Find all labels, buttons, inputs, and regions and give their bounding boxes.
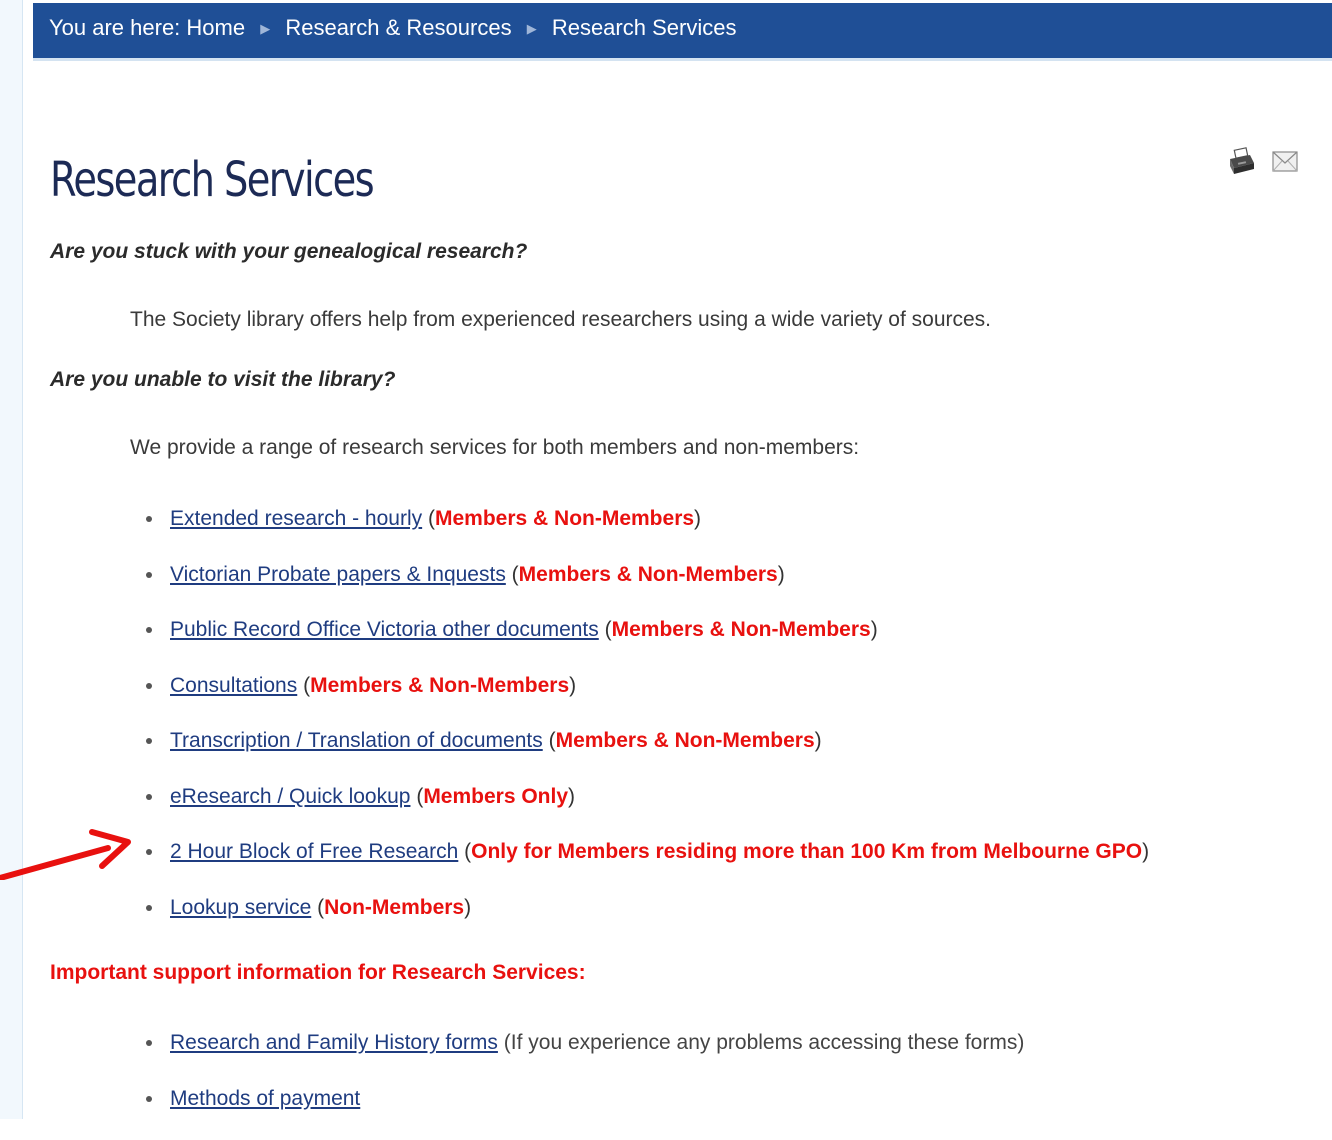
support-note: (If you experience any problems accessin… xyxy=(504,1031,1025,1054)
bullet-icon xyxy=(146,516,152,522)
audience-label: Non-Members xyxy=(324,896,464,919)
envelope-icon[interactable] xyxy=(1270,146,1300,176)
paragraph-library-help: The Society library offers help from exp… xyxy=(50,308,1320,332)
list-item: Consultations (Members & Non-Members) xyxy=(50,672,1320,728)
audience-label: Members & Non-Members xyxy=(435,507,694,530)
breadcrumb-separator-icon: ▶ xyxy=(527,21,537,36)
support-link-payment[interactable]: Methods of payment xyxy=(170,1087,360,1110)
service-link-free-research[interactable]: 2 Hour Block of Free Research xyxy=(170,840,458,863)
bullet-icon xyxy=(146,738,152,744)
support-link-forms[interactable]: Research and Family History forms xyxy=(170,1031,498,1054)
page-title: Research Services xyxy=(50,152,373,208)
support-list: Research and Family History forms (If yo… xyxy=(50,1029,1320,1140)
main-content: Are you stuck with your genealogical res… xyxy=(50,240,1320,1140)
breadcrumb-separator-icon: ▶ xyxy=(260,21,270,36)
paragraph-services-range: We provide a range of research services … xyxy=(50,436,1320,460)
list-item: Public Record Office Victoria other docu… xyxy=(50,616,1320,672)
bullet-icon xyxy=(146,683,152,689)
audience-label: Members & Non-Members xyxy=(310,674,569,697)
service-link-prov-documents[interactable]: Public Record Office Victoria other docu… xyxy=(170,618,599,641)
breadcrumb-research-resources[interactable]: Research & Resources xyxy=(285,15,511,40)
service-link-transcription[interactable]: Transcription / Translation of documents xyxy=(170,729,543,752)
bullet-icon xyxy=(146,905,152,911)
question-unable-visit: Are you unable to visit the library? xyxy=(50,368,1320,392)
service-link-consultations[interactable]: Consultations xyxy=(170,674,297,697)
breadcrumb-home[interactable]: Home xyxy=(186,15,245,40)
page-tools xyxy=(1226,146,1300,176)
service-list: Extended research - hourly (Members & No… xyxy=(50,505,1320,949)
breadcrumb: You are here: Home ▶ Research & Resource… xyxy=(33,3,1332,61)
breadcrumb-prefix: You are here: xyxy=(49,15,180,40)
service-link-eresearch[interactable]: eResearch / Quick lookup xyxy=(170,785,410,808)
service-link-extended-research[interactable]: Extended research - hourly xyxy=(170,507,422,530)
bullet-icon xyxy=(146,1040,152,1046)
list-item: Lookup service (Non-Members) xyxy=(50,894,1320,950)
breadcrumb-current: Research Services xyxy=(552,15,737,40)
left-rail xyxy=(0,0,23,1119)
bullet-icon xyxy=(146,794,152,800)
important-support-heading: Important support information for Resear… xyxy=(50,961,1320,985)
list-item: Extended research - hourly (Members & No… xyxy=(50,505,1320,561)
audience-label: Only for Members residing more than 100 … xyxy=(471,840,1142,863)
audience-label: Members & Non-Members xyxy=(556,729,815,752)
service-link-probate[interactable]: Victorian Probate papers & Inquests xyxy=(170,563,506,586)
list-item: eResearch / Quick lookup (Members Only) xyxy=(50,783,1320,839)
audience-label: Members & Non-Members xyxy=(519,563,778,586)
audience-label: Members Only xyxy=(423,785,568,808)
printer-icon[interactable] xyxy=(1226,146,1256,176)
bullet-icon xyxy=(146,572,152,578)
audience-label: Members & Non-Members xyxy=(612,618,871,641)
list-item: Victorian Probate papers & Inquests (Mem… xyxy=(50,561,1320,617)
list-item: Research and Family History forms (If yo… xyxy=(50,1029,1320,1085)
bullet-icon xyxy=(146,1096,152,1102)
question-stuck: Are you stuck with your genealogical res… xyxy=(50,240,1320,264)
service-link-lookup[interactable]: Lookup service xyxy=(170,896,311,919)
bullet-icon xyxy=(146,627,152,633)
list-item: Methods of payment xyxy=(50,1085,1320,1140)
list-item: 2 Hour Block of Free Research (Only for … xyxy=(50,838,1320,894)
red-arrow-icon xyxy=(0,820,140,880)
list-item: Transcription / Translation of documents… xyxy=(50,727,1320,783)
bullet-icon xyxy=(146,849,152,855)
